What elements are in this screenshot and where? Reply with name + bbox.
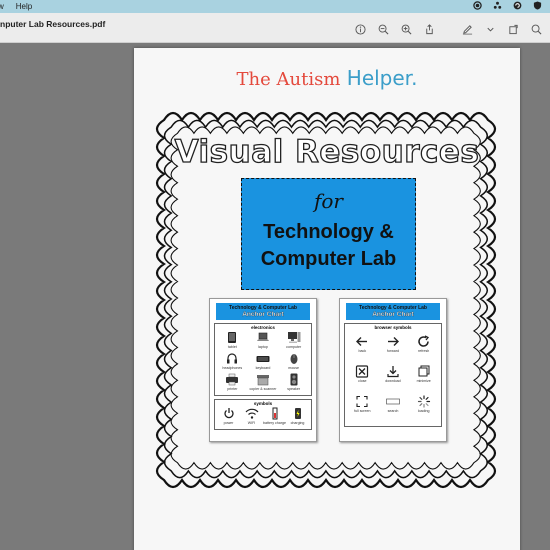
menu-help[interactable]: Help (10, 2, 38, 11)
printer-icon (226, 373, 239, 386)
record-icon[interactable] (473, 1, 482, 10)
card-header: Technology & Computer Lab Anchor Chart (216, 303, 310, 320)
refresh-icon (417, 335, 429, 347)
power-icon (223, 408, 234, 419)
share-icon[interactable] (421, 21, 437, 37)
list-item: WIFI (240, 407, 263, 427)
card-subtitle: Anchor Chart (242, 311, 284, 318)
electronics-section: electronics tablet laptop computer headp… (214, 323, 312, 396)
title-box: for Technology & Computer Lab (241, 178, 416, 290)
brand-part1: The Autism (236, 69, 341, 90)
chevron-down-icon[interactable] (482, 21, 498, 37)
list-item: refresh (408, 335, 439, 355)
anchor-chart-card-left: Technology & Computer Lab Anchor Chart e… (209, 298, 317, 442)
laptop-icon (256, 332, 269, 341)
list-item: full screen (347, 395, 378, 415)
list-item: close (347, 365, 378, 385)
wifi-icon (245, 408, 258, 419)
forward-arrow-icon (387, 337, 399, 346)
menu-window[interactable]: w (0, 2, 10, 11)
document-title: nputer Lab Resources.pdf (0, 19, 106, 29)
symbols-section: symbols power WIFI battery charge chargi… (214, 399, 312, 430)
minimize-icon (418, 365, 430, 377)
dots-icon[interactable] (493, 1, 502, 10)
subtitle-line2: Computer Lab (260, 248, 397, 270)
headphones-icon (227, 353, 238, 364)
sync-icon[interactable] (513, 1, 522, 10)
browser-symbols-section: browser symbols back forward refresh clo… (344, 323, 442, 427)
subtitle-line1: Technology & (263, 221, 394, 243)
list-item: search (378, 395, 409, 415)
tablet-icon (228, 332, 237, 343)
list-item: minimize (408, 365, 439, 385)
list-item: keyboard (248, 352, 279, 372)
document-viewer[interactable]: The Autism Helper. Visual Resources for … (0, 44, 550, 550)
info-icon[interactable] (352, 21, 368, 37)
toolbar-tools (352, 21, 544, 37)
status-icons (473, 1, 542, 10)
brand-part2: Helper. (346, 66, 418, 90)
loading-icon (417, 395, 430, 408)
battery-icon (272, 407, 277, 420)
anchor-chart-card-right: Technology & Computer Lab Anchor Chart b… (339, 298, 447, 442)
list-item: headphones (217, 352, 248, 372)
back-arrow-icon (356, 337, 368, 346)
pdf-page: The Autism Helper. Visual Resources for … (134, 48, 520, 550)
list-item: tablet (217, 331, 248, 351)
brand-logo: The Autism Helper. (134, 66, 520, 90)
speaker-icon (290, 373, 298, 386)
list-item: power (217, 407, 240, 427)
list-item: speaker (278, 373, 309, 393)
card-subtitle: Anchor Chart (372, 311, 414, 318)
zoom-in-icon[interactable] (398, 21, 414, 37)
section-title: browser symbols (374, 325, 412, 330)
computer-icon (287, 332, 301, 343)
search-bar-icon (386, 398, 400, 405)
shield-icon[interactable] (533, 1, 542, 10)
page-heading: Visual Resources (174, 133, 480, 170)
list-item: battery charge (263, 407, 286, 427)
card-header: Technology & Computer Lab Anchor Chart (346, 303, 440, 320)
close-icon (356, 365, 369, 378)
fullscreen-icon (356, 395, 368, 408)
markup-icon[interactable] (459, 21, 475, 37)
section-title: symbols (253, 401, 273, 406)
keyboard-icon (256, 356, 270, 362)
card-title: Technology & Computer Lab (229, 305, 297, 311)
list-item: computer (278, 331, 309, 351)
list-item: laptop (248, 331, 279, 351)
list-item: forward (378, 335, 409, 355)
list-item: printer (217, 373, 248, 393)
list-item: back (347, 335, 378, 355)
list-item: charging (286, 407, 309, 427)
toolbar: nputer Lab Resources.pdf (0, 13, 550, 43)
card-title: Technology & Computer Lab (359, 305, 427, 311)
download-icon (387, 366, 399, 378)
menu-bar: w Help (0, 0, 550, 13)
for-text: for (313, 189, 343, 213)
list-item: download (378, 365, 409, 385)
section-title: electronics (251, 325, 275, 330)
mouse-icon (290, 354, 298, 364)
list-item: loading (408, 395, 439, 415)
search-icon[interactable] (528, 21, 544, 37)
list-item: copier & scanner (248, 373, 279, 393)
rotate-icon[interactable] (505, 21, 521, 37)
copier-icon (256, 375, 269, 386)
charging-icon (294, 408, 301, 419)
zoom-out-icon[interactable] (375, 21, 391, 37)
list-item: mouse (278, 352, 309, 372)
